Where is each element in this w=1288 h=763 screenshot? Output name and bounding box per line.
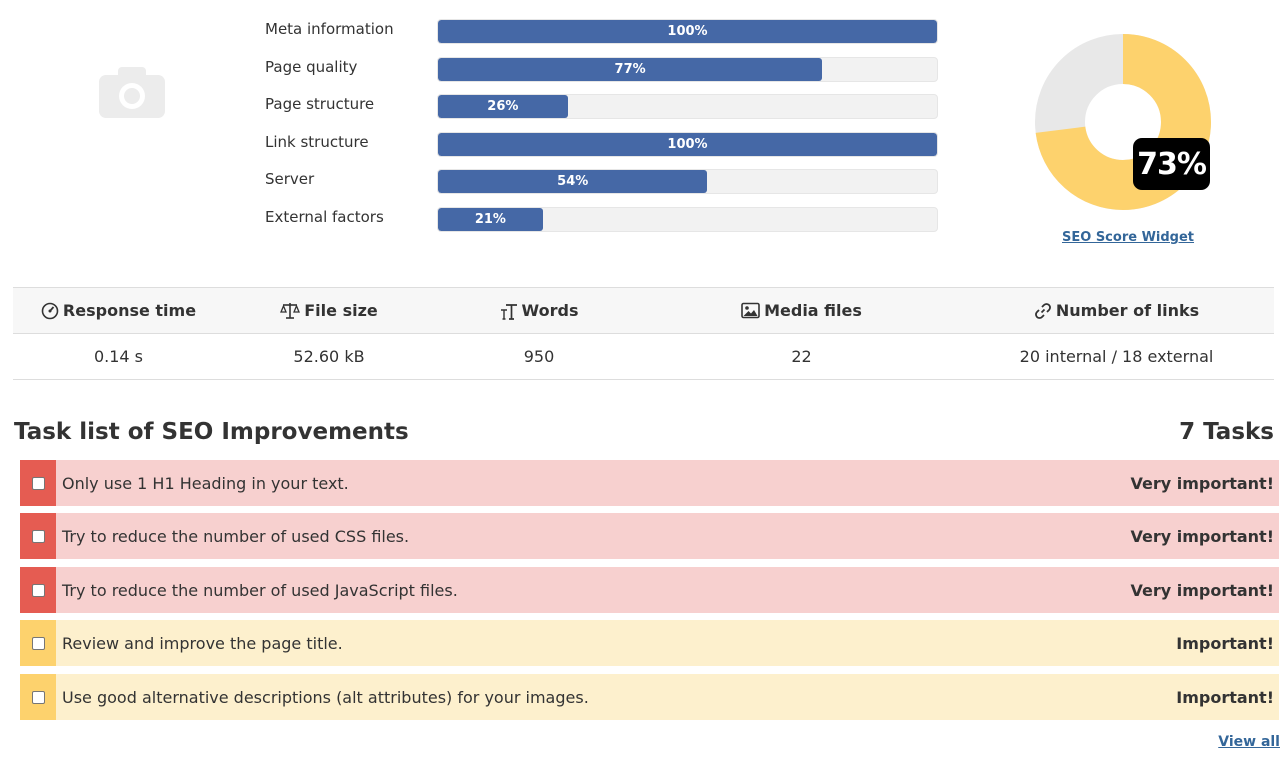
- stats-value-row: 0.14 s 52.60 kB 950 22 20 internal / 18 …: [13, 334, 1274, 380]
- category-bar-fill: 21%: [438, 207, 543, 231]
- category-scores: Meta information 100% Page quality 77% P…: [265, 18, 940, 243]
- task-priority-marker: [20, 674, 56, 720]
- task-item: Only use 1 H1 Heading in your text. Very…: [20, 460, 1279, 506]
- stats-header-label: Words: [521, 301, 579, 320]
- task-item: Use good alternative descriptions (alt a…: [20, 674, 1279, 720]
- link-icon: [1034, 302, 1051, 319]
- stats-header-row: Response time File size Words Media file…: [13, 287, 1274, 334]
- category-label: Link structure: [265, 132, 369, 151]
- category-percent: 21%: [474, 211, 506, 227]
- category-bar-track: 21%: [437, 206, 938, 232]
- stats-header-response-time: Response time: [13, 288, 224, 333]
- category-row: Server 54%: [265, 168, 940, 206]
- task-text: Try to reduce the number of used CSS fil…: [62, 526, 410, 546]
- task-priority: Important!: [1176, 687, 1274, 707]
- stats-header-number-of-links: Number of links: [959, 288, 1274, 333]
- category-bar-fill: 54%: [438, 170, 708, 193]
- seo-score-widget-link[interactable]: SEO Score Widget: [1062, 230, 1194, 245]
- category-percent: 77%: [614, 61, 646, 77]
- task-item: Try to reduce the number of used CSS fil…: [20, 513, 1279, 559]
- category-percent: 100%: [667, 24, 708, 39]
- category-row: Page structure 26%: [265, 93, 940, 131]
- category-percent: 100%: [667, 136, 708, 152]
- category-row: Link structure 100%: [265, 131, 940, 169]
- task-priority: Very important!: [1130, 526, 1274, 546]
- task-checkbox[interactable]: [31, 476, 45, 490]
- category-row: External factors 21%: [265, 206, 940, 244]
- task-priority: Important!: [1176, 633, 1274, 653]
- stats-value-number-of-links: 20 internal / 18 external: [1019, 347, 1214, 366]
- task-checkbox[interactable]: [31, 690, 45, 704]
- category-row: Page quality 77%: [265, 56, 940, 94]
- task-priority-marker: [20, 513, 56, 559]
- stats-header-label: Number of links: [1055, 301, 1200, 320]
- category-bar-fill: 100%: [438, 20, 937, 43]
- category-bar-fill: 26%: [438, 95, 568, 118]
- category-bar-track: 54%: [437, 169, 938, 194]
- task-item: Try to reduce the number of used JavaScr…: [20, 567, 1279, 613]
- category-label: Page structure: [265, 95, 375, 113]
- category-label: Page quality: [265, 57, 358, 76]
- category-row: Meta information 100%: [265, 18, 940, 56]
- stats-header-media-files: Media files: [644, 288, 959, 333]
- task-priority-marker: [20, 620, 56, 666]
- stats-header-label: Response time: [62, 301, 197, 320]
- stats-value-words: 950: [523, 347, 555, 366]
- stats-header-file-size: File size: [224, 288, 434, 333]
- task-text: Review and improve the page title.: [62, 633, 343, 653]
- category-bar-fill: 77%: [438, 57, 823, 81]
- category-label: Server: [265, 170, 315, 188]
- task-priority: Very important!: [1130, 580, 1274, 600]
- stats-header-label: File size: [304, 301, 378, 320]
- task-checkbox[interactable]: [31, 636, 45, 650]
- task-text: Use good alternative descriptions (alt a…: [62, 687, 589, 707]
- category-percent: 26%: [487, 99, 519, 114]
- stats-value-response-time: 0.14 s: [93, 347, 144, 366]
- category-bar-track: 77%: [437, 56, 938, 82]
- category-bar-track: 26%: [437, 94, 938, 119]
- category-label: External factors: [265, 207, 384, 226]
- task-text: Only use 1 H1 Heading in your text.: [62, 473, 349, 493]
- task-checkbox[interactable]: [31, 583, 45, 597]
- task-priority-marker: [20, 460, 56, 506]
- task-priority-marker: [20, 567, 56, 613]
- task-priority: Very important!: [1130, 473, 1274, 493]
- page-stats-table: Response time File size Words Media file…: [13, 287, 1274, 380]
- gauge-icon: [41, 302, 59, 319]
- stats-header-words: Words: [434, 288, 644, 333]
- task-list-title: Task list of SEO Improvements: [14, 419, 409, 445]
- task-text: Try to reduce the number of used JavaScr…: [62, 580, 458, 600]
- category-label: Meta information: [265, 20, 394, 38]
- category-bar-track: 100%: [437, 131, 938, 157]
- scale-icon: [280, 302, 301, 319]
- view-all-tasks-link[interactable]: View all: [1218, 734, 1280, 750]
- image-icon: [741, 302, 760, 319]
- task-item: Review and improve the page title. Impor…: [20, 620, 1279, 666]
- task-checkbox[interactable]: [31, 529, 45, 543]
- stats-header-label: Media files: [764, 301, 862, 320]
- seo-score-value: 73%: [1133, 138, 1210, 190]
- text-size-icon: [500, 303, 517, 320]
- stats-value-media-files: 22: [791, 347, 812, 366]
- stats-value-file-size: 52.60 kB: [293, 347, 365, 366]
- screenshot-placeholder-camera-icon: [99, 67, 165, 118]
- category-bar-fill: 100%: [438, 132, 937, 156]
- category-bar-track: 100%: [437, 19, 938, 44]
- task-count: 7 Tasks: [1179, 419, 1274, 445]
- category-percent: 54%: [557, 174, 589, 189]
